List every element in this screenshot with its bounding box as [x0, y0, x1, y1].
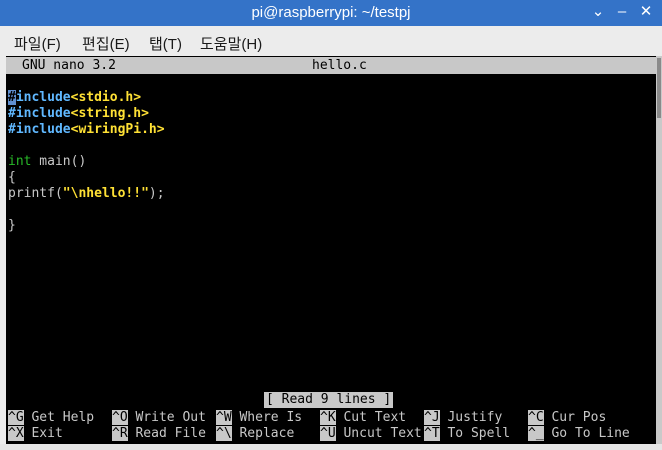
code-line-2[interactable]: #include<string.h> [8, 106, 149, 122]
scrollbar[interactable] [656, 56, 662, 444]
shortcut-get-help[interactable]: ^G Get Help [8, 410, 94, 426]
shortcut-where-is[interactable]: ^W Where Is [216, 410, 302, 426]
code-line-9[interactable]: } [8, 218, 16, 234]
menu-bar: 파일(F) 편집(E) 탭(T) 도움말(H) [0, 26, 662, 56]
scrollbar-thumb[interactable] [657, 58, 661, 118]
code-line-7[interactable]: printf("\nhello!!"); [8, 186, 165, 202]
shortcut-to-spell[interactable]: ^T To Spell [424, 426, 510, 442]
terminal-area[interactable]: GNU nano 3.2 hello.c #include<stdio.h> #… [6, 56, 656, 444]
file-name: hello.c [312, 58, 367, 73]
title-bar[interactable]: pi@raspberrypi: ~/testpj ⌄ – ✕ [0, 0, 662, 26]
menu-file[interactable]: 파일(F) [14, 33, 61, 54]
shortcut-uncut-text[interactable]: ^U Uncut Text [320, 426, 422, 442]
shortcut-cur-pos[interactable]: ^C Cur Pos [528, 410, 606, 426]
terminal-window: pi@raspberrypi: ~/testpj ⌄ – ✕ 파일(F) 편집(… [0, 0, 662, 450]
shortcut-write-out[interactable]: ^O Write Out [112, 410, 206, 426]
menu-help[interactable]: 도움말(H) [200, 33, 262, 54]
shortcut-cut-text[interactable]: ^K Cut Text [320, 410, 406, 426]
close-icon[interactable]: ✕ [636, 1, 656, 23]
window-title: pi@raspberrypi: ~/testpj [251, 4, 411, 21]
minimize-icon[interactable]: – [612, 1, 632, 23]
menu-chevron-icon[interactable]: ⌄ [588, 1, 608, 23]
nano-header: GNU nano 3.2 hello.c [6, 57, 656, 74]
shortcut-justify[interactable]: ^J Justify [424, 410, 502, 426]
nano-version: GNU nano 3.2 [22, 58, 116, 73]
status-message: [ Read 9 lines ] [264, 392, 394, 408]
code-line-1[interactable]: #include<stdio.h> [8, 90, 141, 106]
shortcut-read-file[interactable]: ^R Read File [112, 426, 206, 442]
shortcut-replace[interactable]: ^\ Replace [216, 426, 294, 442]
menu-edit[interactable]: 편집(E) [82, 33, 130, 54]
shortcut-go-to-line[interactable]: ^_ Go To Line [528, 426, 630, 442]
code-line-5[interactable]: int main() [8, 154, 86, 170]
code-line-3[interactable]: #include<wiringPi.h> [8, 122, 165, 138]
text-cursor: # [8, 90, 16, 105]
shortcut-exit[interactable]: ^X Exit [8, 426, 63, 442]
menu-tab[interactable]: 탭(T) [149, 33, 182, 54]
background-peek [0, 444, 662, 450]
code-line-6[interactable]: { [8, 170, 16, 186]
